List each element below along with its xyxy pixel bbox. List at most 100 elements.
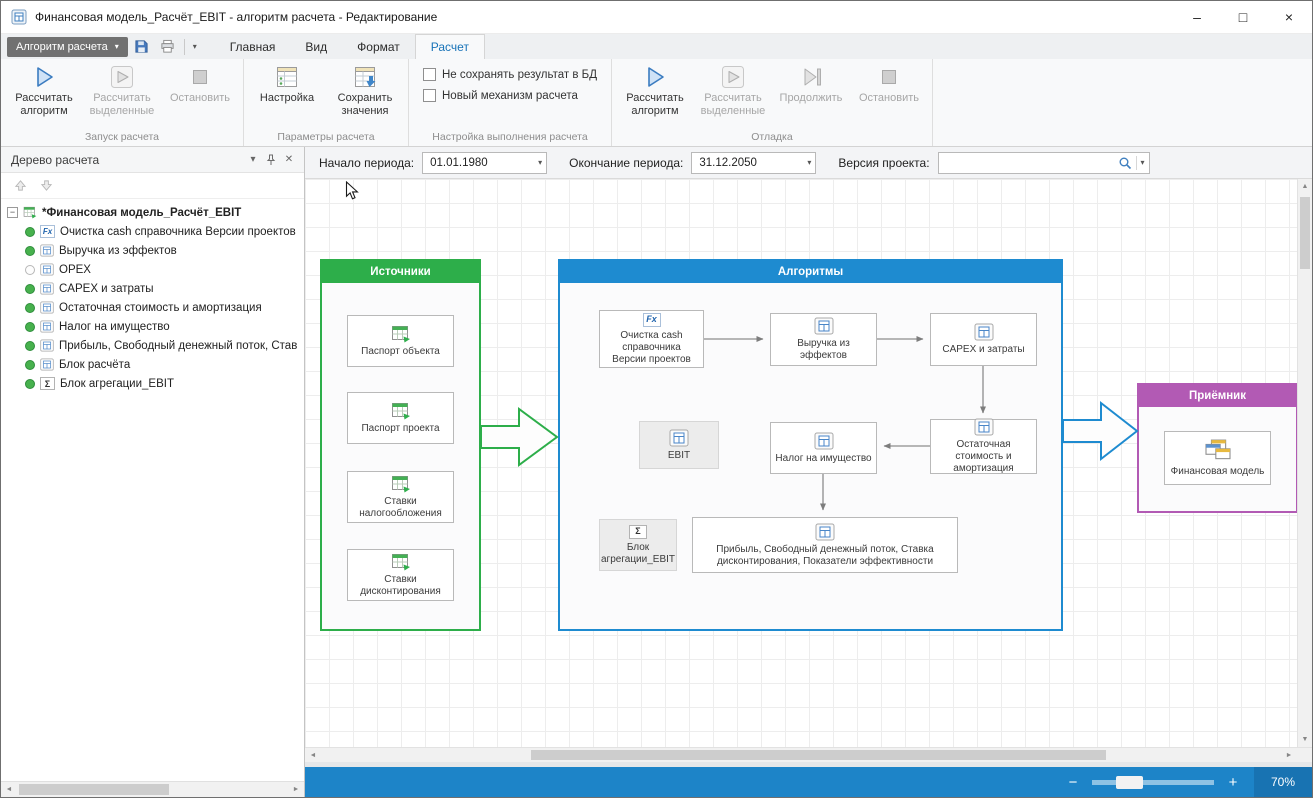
tree-item[interactable]: Fx Очистка cash справочника Версии проек… <box>1 222 304 241</box>
node-financial-model[interactable]: Финансовая модель <box>1164 431 1271 485</box>
zoom-slider[interactable] <box>1092 780 1214 785</box>
diagram-canvas[interactable]: Источники Паспорт объекта Паспорт проект… <box>305 179 1297 747</box>
print-icon <box>160 39 175 54</box>
node-profit[interactable]: Прибыль, Свободный денежный поток, Ставк… <box>692 517 958 573</box>
scroll-right-icon[interactable]: ► <box>288 782 304 797</box>
debug-run-algorithm-button[interactable]: Рассчитать алгоритм <box>616 61 694 117</box>
continue-label: Продолжить <box>780 92 843 105</box>
node-discount-rates[interactable]: Ставки дисконтирования <box>347 549 454 601</box>
project-version-input[interactable] <box>943 157 1118 169</box>
fx-icon: Fx <box>40 225 55 238</box>
quick-access-chevron-icon[interactable]: ▾ <box>189 42 201 51</box>
scrollbar-thumb[interactable] <box>19 784 169 795</box>
scroll-up-icon[interactable]: ▲ <box>1298 179 1312 194</box>
panel-close-icon[interactable]: ✕ <box>280 151 298 169</box>
debug-run-selected-button[interactable]: Рассчитать выделенные <box>694 61 772 117</box>
search-icon[interactable] <box>1118 156 1132 170</box>
tree-item[interactable]: Прибыль, Свободный денежный поток, Став <box>1 336 304 355</box>
algorithm-icon <box>40 339 54 352</box>
tree-item[interactable]: Остаточная стоимость и амортизация <box>1 298 304 317</box>
chevron-down-icon: ▾ <box>115 42 119 51</box>
save-values-button[interactable]: Сохранить значения <box>326 61 404 117</box>
tree-item[interactable]: Блок расчёта <box>1 355 304 374</box>
collapse-expander-icon[interactable]: − <box>7 207 18 218</box>
play-box-icon <box>720 64 746 90</box>
settings-button[interactable]: Настройка <box>248 61 326 105</box>
node-revenue[interactable]: Выручка из эффектов <box>770 313 877 366</box>
scrollbar-corner <box>1297 747 1312 762</box>
chevron-down-icon[interactable]: ▾ <box>538 158 542 167</box>
save-button[interactable] <box>130 37 154 57</box>
node-property-tax[interactable]: Налог на имущество <box>770 422 877 474</box>
window-title: Финансовая модель_Расчёт_EBIT - алгоритм… <box>35 10 437 24</box>
period-end-combo[interactable]: 31.12.2050 ▾ <box>691 152 816 174</box>
scroll-down-icon[interactable]: ▼ <box>1298 732 1312 747</box>
tree-item[interactable]: Σ Блок агрегации_EBIT <box>1 374 304 393</box>
checkbox-icon[interactable] <box>423 68 436 81</box>
node-clear-cash[interactable]: Fx Очистка cash справочника Версии проек… <box>599 310 704 368</box>
chevron-down-icon[interactable]: ▾ <box>1141 158 1145 167</box>
node-object-passport[interactable]: Паспорт объекта <box>347 315 454 367</box>
node-aggregation-ebit[interactable]: Σ Блок агрегации_EBIT <box>599 519 677 571</box>
horizontal-scrollbar[interactable]: ◄ ► <box>305 747 1297 762</box>
tree-horizontal-scrollbar[interactable]: ◄ ► <box>1 781 304 797</box>
move-up-button[interactable] <box>11 177 29 195</box>
status-dot-icon <box>25 246 35 256</box>
scrollbar-thumb[interactable] <box>1300 197 1310 269</box>
maximize-button[interactable]: □ <box>1220 1 1266 33</box>
period-start-combo[interactable]: 01.01.1980 ▾ <box>422 152 547 174</box>
tree-root[interactable]: − *Финансовая модель_Расчёт_EBIT <box>1 203 304 222</box>
stop-button[interactable]: Остановить <box>161 61 239 105</box>
scrollbar-thumb[interactable] <box>531 750 1106 760</box>
scroll-left-icon[interactable]: ◄ <box>305 748 321 762</box>
checkbox-icon[interactable] <box>423 89 436 102</box>
save-values-label: Сохранить значения <box>326 92 404 117</box>
status-dot-icon <box>25 265 35 275</box>
checkbox-no-save-db[interactable]: Не сохранять результат в БД <box>423 68 597 81</box>
status-dot-icon <box>25 227 35 237</box>
node-tax-rates[interactable]: Ставки налогообложения <box>347 471 454 523</box>
pin-icon[interactable] <box>262 151 280 169</box>
algorithm-icon <box>974 418 994 436</box>
zoom-out-button[interactable]: − <box>1062 774 1084 791</box>
tab-format[interactable]: Формат <box>342 34 415 59</box>
node-ebit[interactable]: EBIT <box>639 421 719 469</box>
move-down-button[interactable] <box>37 177 55 195</box>
node-label: Блок агрегации_EBIT <box>601 542 675 566</box>
tab-calculation[interactable]: Расчет <box>415 34 485 60</box>
play-icon <box>642 64 668 90</box>
checkbox-new-engine[interactable]: Новый механизм расчета <box>423 89 597 102</box>
print-button[interactable] <box>156 37 180 57</box>
node-label: Паспорт объекта <box>361 346 440 358</box>
scroll-right-icon[interactable]: ► <box>1281 748 1297 762</box>
debug-stop-button[interactable]: Остановить <box>850 61 928 105</box>
run-algorithm-label: Рассчитать алгоритм <box>5 92 83 117</box>
close-button[interactable]: × <box>1266 1 1312 33</box>
chevron-down-icon[interactable]: ▾ <box>807 158 811 167</box>
tab-home[interactable]: Главная <box>215 34 291 59</box>
algorithm-menu-button[interactable]: Алгоритм расчета ▾ <box>7 37 128 57</box>
continue-button[interactable]: Продолжить <box>772 61 850 105</box>
tree-item[interactable]: Выручка из эффектов <box>1 241 304 260</box>
tab-view[interactable]: Вид <box>290 34 342 59</box>
algorithm-icon <box>40 358 54 371</box>
project-version-combo[interactable]: ▾ <box>938 152 1150 174</box>
ribbon: Рассчитать алгоритм Рассчитать выделенны… <box>1 59 1312 147</box>
node-project-passport[interactable]: Паспорт проекта <box>347 392 454 444</box>
minimize-button[interactable]: – <box>1174 1 1220 33</box>
node-residual-value[interactable]: Остаточная стоимость и амортизация <box>930 419 1037 474</box>
zoom-in-button[interactable]: + <box>1222 774 1244 791</box>
zoom-slider-thumb[interactable] <box>1116 776 1143 789</box>
scroll-left-icon[interactable]: ◄ <box>1 782 17 797</box>
tree-item[interactable]: CAPEX и затраты <box>1 279 304 298</box>
run-selected-button[interactable]: Рассчитать выделенные <box>83 61 161 117</box>
tree-item[interactable]: OPEX <box>1 260 304 279</box>
table-icon <box>391 402 411 420</box>
tree-item[interactable]: Налог на имущество <box>1 317 304 336</box>
panel-chevron-down-icon[interactable]: ▾ <box>244 151 262 169</box>
node-label: Выручка из эффектов <box>775 338 872 362</box>
run-algorithm-button[interactable]: Рассчитать алгоритм <box>5 61 83 117</box>
vertical-scrollbar[interactable]: ▲ ▼ <box>1297 179 1312 747</box>
node-capex[interactable]: CAPEX и затраты <box>930 313 1037 366</box>
group-params: Настройка Сохранить значения Параметры р… <box>244 59 409 146</box>
